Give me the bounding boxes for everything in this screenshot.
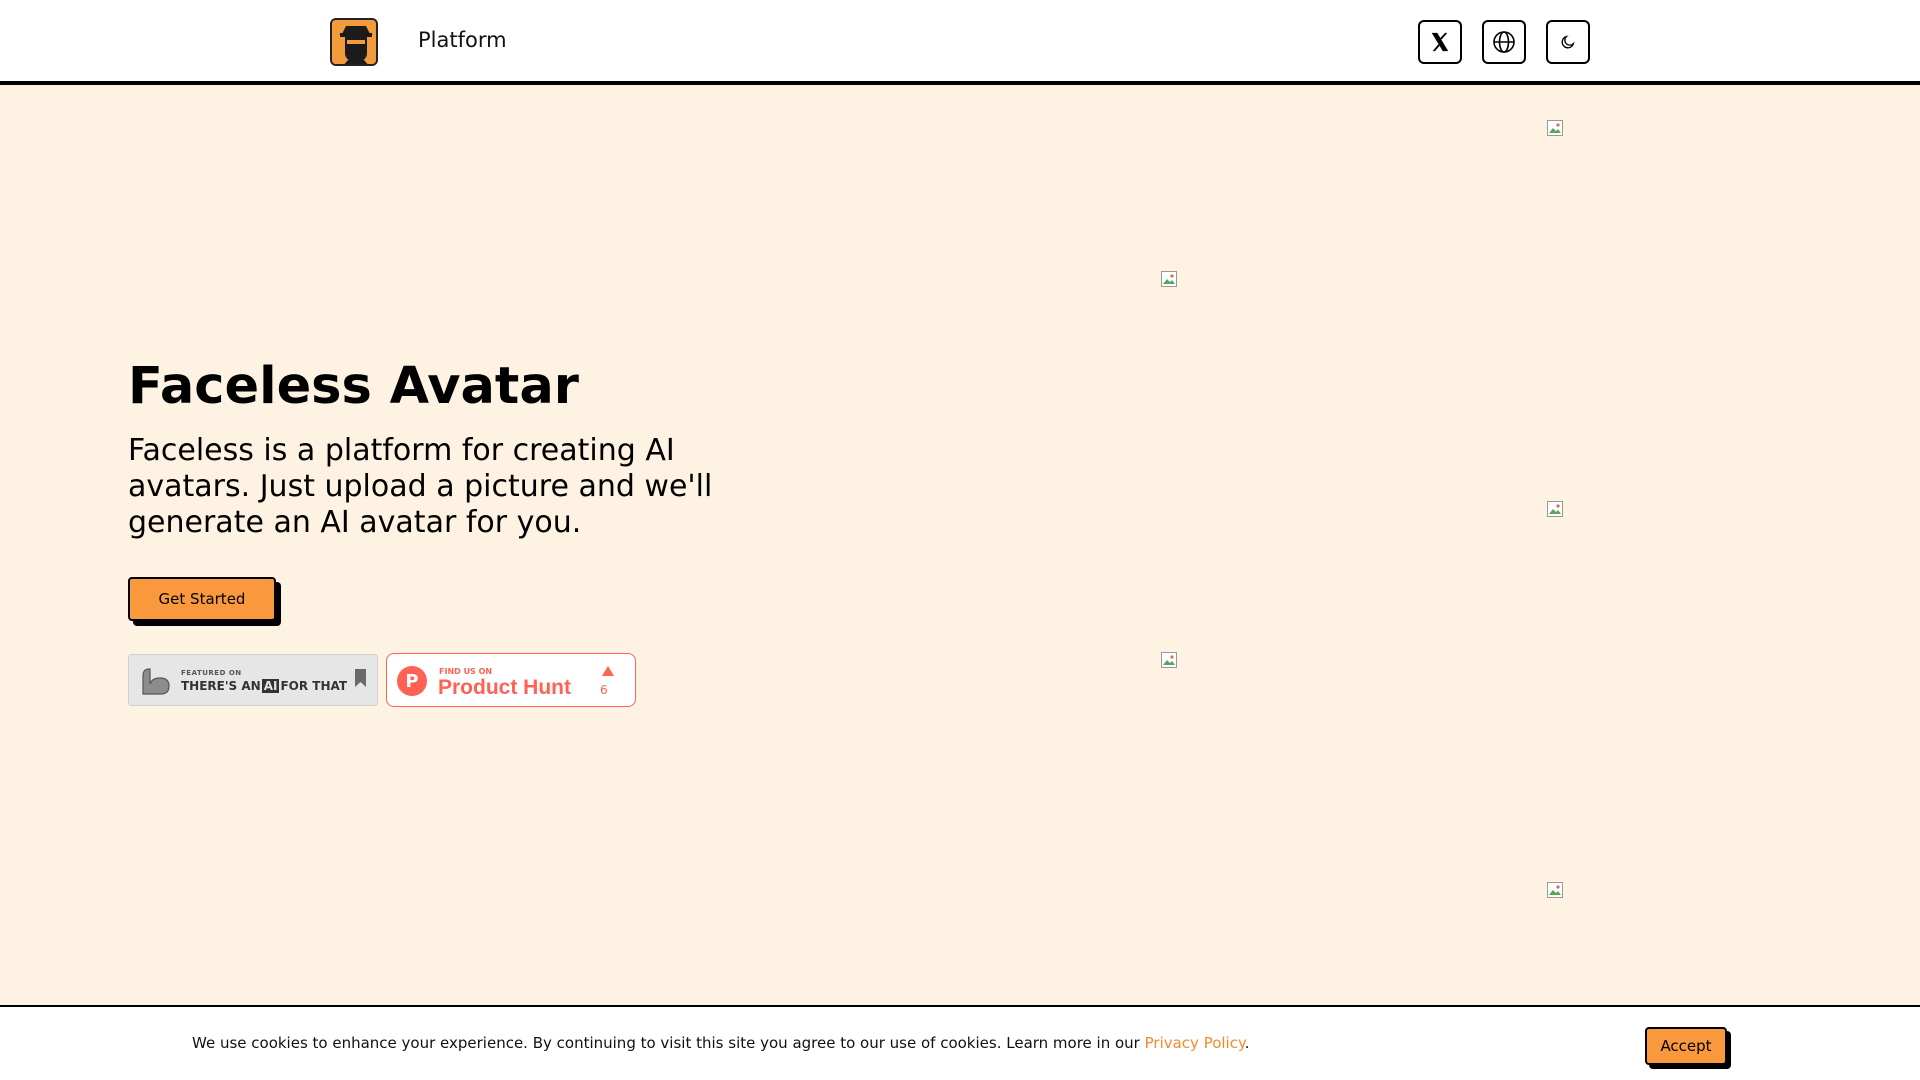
- hero-title: Faceless Avatar: [128, 357, 579, 416]
- product-hunt-logo-icon: P: [397, 666, 427, 696]
- taaft-name-part1: THERE'S AN: [181, 679, 261, 693]
- globe-icon: [1492, 30, 1516, 54]
- upvote-arrow-icon: [602, 666, 614, 676]
- moon-icon: [1560, 34, 1576, 50]
- product-hunt-badge[interactable]: P FIND US ON Product Hunt 6: [386, 653, 636, 707]
- hand-icon: [139, 664, 173, 702]
- taaft-featured-label: FEATURED ON: [181, 669, 242, 677]
- taaft-badge[interactable]: FEATURED ON THERE'S AN AI FOR THAT: [128, 654, 378, 706]
- cookie-message: We use cookies to enhance your experienc…: [192, 1034, 1145, 1052]
- product-hunt-votes: 6: [600, 683, 608, 697]
- accept-cookies-button[interactable]: Accept: [1645, 1027, 1727, 1065]
- x-icon: [1429, 31, 1451, 53]
- broken-image-icon: [1547, 501, 1563, 517]
- bookmark-icon: [355, 669, 366, 687]
- cookie-text: We use cookies to enhance your experienc…: [192, 1034, 1250, 1052]
- broken-image-icon: [1547, 120, 1563, 136]
- product-hunt-name: Product Hunt: [438, 676, 571, 699]
- navbar: Platform: [0, 0, 1920, 85]
- broken-image-icon: [1161, 271, 1177, 287]
- product-hunt-find-us: FIND US ON: [439, 667, 493, 676]
- broken-image-icon: [1547, 882, 1563, 898]
- nav-link-platform[interactable]: Platform: [418, 28, 507, 52]
- hero-description: Faceless is a platform for creating AI a…: [128, 433, 713, 540]
- x-twitter-button[interactable]: [1418, 20, 1462, 64]
- taaft-name-ai: AI: [261, 679, 280, 693]
- get-started-button[interactable]: Get Started: [128, 577, 276, 621]
- taaft-name: THERE'S AN AI FOR THAT: [181, 679, 347, 693]
- broken-image-icon: [1161, 652, 1177, 668]
- language-button[interactable]: [1482, 20, 1526, 64]
- privacy-policy-link[interactable]: Privacy Policy: [1145, 1034, 1245, 1052]
- theme-toggle-button[interactable]: [1546, 20, 1590, 64]
- cookie-suffix: .: [1244, 1034, 1250, 1052]
- logo[interactable]: [330, 18, 378, 66]
- taaft-name-part2: FOR THAT: [280, 679, 348, 693]
- cookie-banner: We use cookies to enhance your experienc…: [0, 1005, 1920, 1080]
